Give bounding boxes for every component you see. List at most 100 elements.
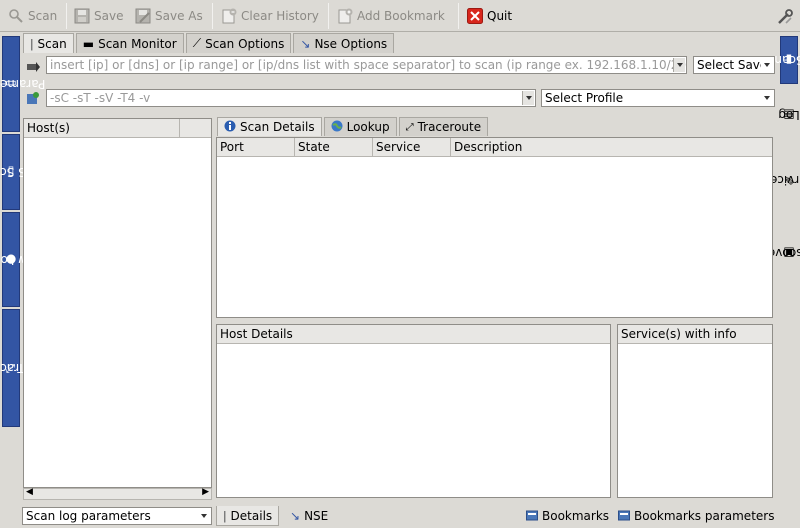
magnifier-icon: [8, 8, 24, 24]
port-column-label: Port: [220, 140, 244, 154]
left-side-tabs: ▭ Parameters ▯ NSS Script ● Show Lookup …: [0, 34, 61, 430]
description-column-label: Description: [454, 140, 523, 154]
discover-side-tab[interactable]: ▣ Discover: [763, 218, 800, 288]
host-details-header-label: Host Details: [220, 327, 293, 341]
tab-lookup-label: Lookup: [346, 120, 390, 134]
target-input[interactable]: insert [ip] or [dns] or [ip range] or [i…: [46, 56, 687, 74]
save-as-icon: [135, 8, 151, 24]
wand-icon: ǀ: [30, 36, 34, 51]
save-as-button-label: Save As: [155, 9, 203, 23]
profile-select-value: Select Profile: [545, 91, 624, 105]
port-column-header[interactable]: Port: [217, 138, 295, 157]
tab-scan-monitor[interactable]: ▬ Scan Monitor: [75, 33, 184, 53]
service-column-header[interactable]: Service: [373, 138, 451, 157]
chevron-down-icon[interactable]: [522, 91, 534, 105]
host-details-header: Host Details: [217, 325, 610, 344]
show-lookup-side-tab[interactable]: ● Show Lookup: [0, 212, 51, 307]
tab-nse-options-label: Nse Options: [314, 36, 388, 51]
quit-button[interactable]: Quit: [463, 3, 516, 29]
bookmark-icon: [526, 509, 538, 524]
close-icon: [467, 8, 483, 24]
wand-icon: ǀ: [223, 508, 227, 523]
clear-history-button[interactable]: Clear History: [217, 3, 323, 29]
services-side-tab[interactable]: ✎ Services: [764, 144, 800, 216]
target-icon: [26, 60, 42, 76]
tab-details[interactable]: ǀ Details: [216, 506, 280, 526]
show-traceroute-side-tab[interactable]: ⤢ Show Traceroute: [0, 309, 61, 427]
tab-nse-options[interactable]: ↘ Nse Options: [293, 33, 395, 53]
settings-tools-button[interactable]: [772, 3, 796, 29]
services-info-panel: Service(s) with info: [617, 324, 773, 498]
services-info-header: Service(s) with info: [618, 325, 772, 344]
globe-icon: [331, 120, 343, 135]
tab-nse[interactable]: ↘ NSE: [290, 506, 328, 526]
save-button[interactable]: Save: [70, 3, 127, 29]
clear-document-icon: [221, 8, 237, 24]
command-input-value: -sC -sT -sV -T4 -v: [50, 91, 151, 105]
chevron-down-icon: [761, 58, 773, 72]
tab-bookmarks-label: Bookmarks: [542, 509, 610, 523]
tab-traceroute-label: Traceroute: [417, 120, 482, 134]
main-toolbar: Scan Save Save As Clear History Add Book…: [0, 0, 800, 32]
chevron-down-icon[interactable]: [673, 58, 685, 72]
description-column-header[interactable]: Description: [451, 138, 772, 157]
scan-side-tab[interactable]: ▮ Scan: [774, 36, 800, 84]
monitor-icon: ▬: [82, 36, 95, 51]
hosts-panel: Host(s): [23, 118, 212, 488]
add-bookmark-button-label: Add Bookmark: [357, 9, 445, 23]
tab-scan-details[interactable]: Scan Details: [217, 117, 322, 136]
save-select-value: Select Save: [697, 58, 768, 72]
scroll-left-icon[interactable]: ◀: [26, 487, 33, 497]
tab-scan-monitor-label: Scan Monitor: [98, 36, 177, 51]
hosts-extra-column-header[interactable]: [180, 119, 211, 138]
traceroute-icon: ⤢: [405, 121, 414, 133]
parameters-side-tab-label: Parameters: [0, 77, 46, 91]
nss-script-side-tab[interactable]: ▯ NSS Script: [0, 134, 42, 210]
scan-side-tab-label: Scan: [774, 53, 800, 67]
service-column-label: Service: [376, 140, 421, 154]
add-bookmark-button[interactable]: Add Bookmark: [333, 3, 449, 29]
tab-traceroute[interactable]: ⤢ Traceroute: [398, 117, 489, 136]
detail-tabs: Scan Details Lookup ⤢ Traceroute: [217, 117, 490, 137]
scan-log-select-value: Scan log parameters: [26, 509, 151, 523]
wrench-icon: ⟋: [192, 36, 202, 50]
tab-details-label: Details: [230, 508, 273, 523]
target-input-placeholder: insert [ip] or [dns] or [ip range] or [i…: [50, 58, 687, 72]
tab-lookup[interactable]: Lookup: [323, 117, 397, 136]
info-icon: [224, 120, 236, 135]
tab-scan-label: Scan: [37, 36, 67, 51]
save-button-label: Save: [94, 9, 124, 23]
profile-icon: [26, 91, 42, 107]
hosts-header-label: Host(s): [27, 121, 70, 135]
save-as-button[interactable]: Save As: [131, 3, 207, 29]
add-bookmark-icon: [337, 8, 353, 24]
tools-icon: [776, 8, 793, 24]
tab-scan-options-label: Scan Options: [205, 36, 285, 51]
scroll-right-icon[interactable]: ▶: [202, 487, 209, 497]
save-select[interactable]: Select Save: [693, 56, 775, 74]
tab-scan-options[interactable]: ⟋ Scan Options: [185, 33, 292, 53]
services-info-header-label: Service(s) with info: [621, 327, 737, 341]
scan-log-select[interactable]: Scan log parameters: [22, 507, 212, 525]
toolbar-separator: [458, 3, 459, 29]
state-column-label: State: [298, 140, 330, 154]
hosts-column-header[interactable]: Host(s): [24, 119, 180, 138]
ports-table: Port State Service Description: [216, 137, 773, 318]
clear-history-button-label: Clear History: [241, 9, 319, 23]
hosts-horizontal-scrollbar[interactable]: ◀ ▶: [23, 487, 212, 500]
tab-scan-details-label: Scan Details: [240, 120, 315, 134]
parameters-side-tab[interactable]: ▭ Parameters: [0, 36, 45, 132]
tab-bookmarks-parameters[interactable]: Bookmarks parameters: [618, 506, 774, 526]
scan-button[interactable]: Scan: [4, 3, 61, 29]
tab-scan[interactable]: ǀ Scan: [23, 33, 74, 53]
nse-icon: ↘: [290, 509, 301, 523]
command-input[interactable]: -sC -sT -sV -T4 -v: [46, 89, 536, 107]
bookmark-icon: [618, 509, 630, 524]
tab-bookmarks[interactable]: Bookmarks: [526, 506, 609, 526]
toolbar-separator: [66, 3, 67, 29]
state-column-header[interactable]: State: [295, 138, 373, 157]
log-side-tab[interactable]: ▤ Log: [778, 90, 799, 140]
tab-nse-label: NSE: [304, 509, 329, 523]
profile-select[interactable]: Select Profile: [541, 89, 775, 107]
chevron-down-icon: [198, 509, 210, 523]
